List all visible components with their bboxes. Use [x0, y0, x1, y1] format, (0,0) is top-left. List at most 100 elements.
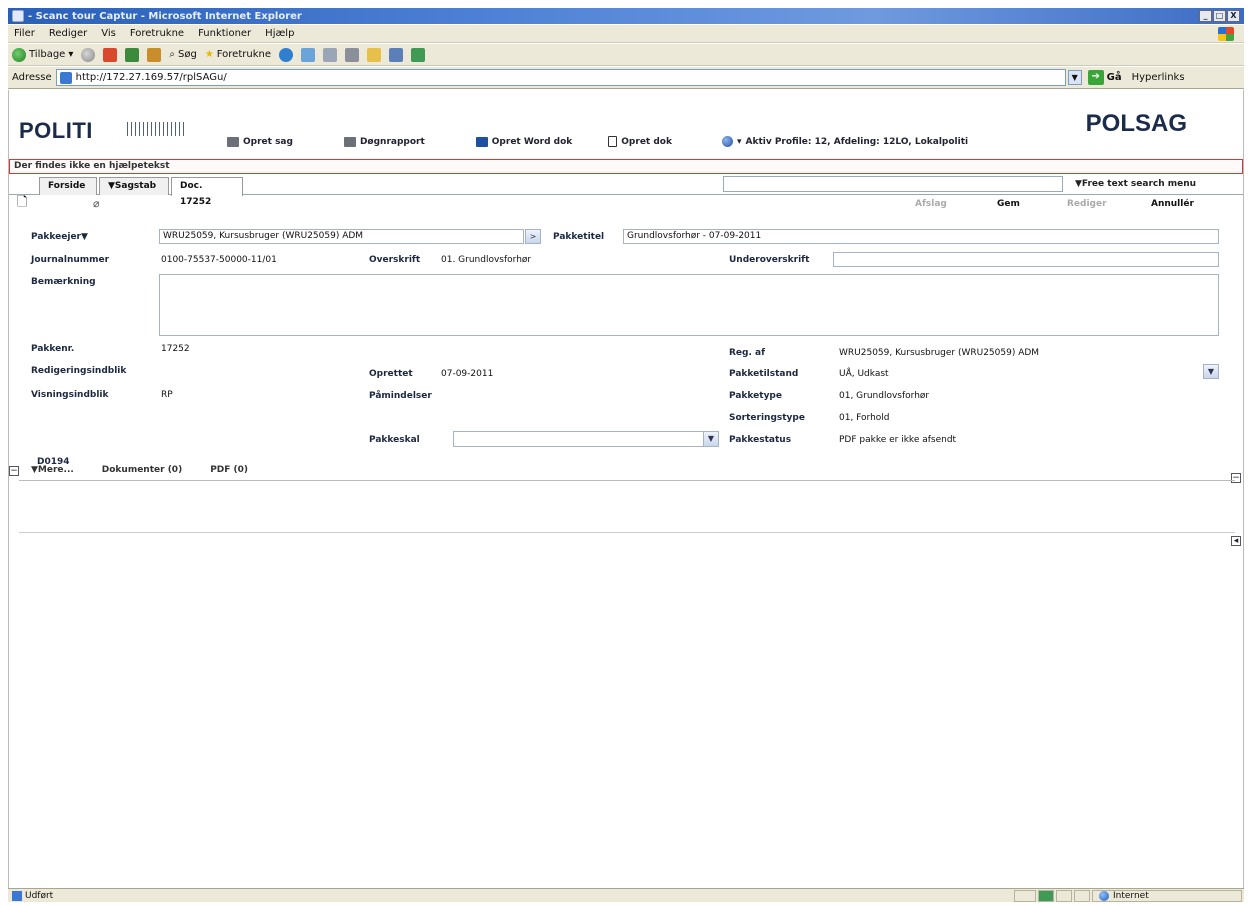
overskrift-label: Overskrift: [369, 255, 421, 265]
pakketitel-label: Pakketitel: [553, 232, 605, 242]
menu-filer[interactable]: Filer: [14, 28, 35, 39]
pakketype-value: 01, Grundlovsforhør: [839, 391, 930, 401]
app-header: POLITI POLSAG Opret sag Døgnrapport Opre…: [9, 90, 1243, 158]
regaf-value: WRU25059, Kursusbruger (WRU25059) ADM: [839, 348, 1040, 358]
pakketilstand-dropdown[interactable]: ▼: [1203, 364, 1219, 379]
menu-funktioner[interactable]: Funktioner: [198, 28, 251, 39]
print-icon[interactable]: [345, 47, 359, 62]
tab-forside[interactable]: Forside: [39, 177, 97, 195]
status-pane: [1074, 889, 1090, 902]
url-dropdown-button[interactable]: ▼: [1067, 70, 1082, 85]
opret-dok-button[interactable]: Opret dok: [608, 136, 672, 147]
pakketitel-field[interactable]: Grundlovsforhør - 07-09-2011: [623, 229, 1219, 244]
home-icon[interactable]: [147, 47, 162, 62]
help-bar: Der findes ikke en hjælpetekst: [9, 159, 1243, 174]
new-document-icon[interactable]: 🗋: [17, 196, 27, 210]
pakketilstand-value: UÅ, Udkast: [839, 369, 889, 379]
refresh-icon[interactable]: [125, 47, 140, 62]
back-label: Tilbage: [29, 49, 66, 60]
chevron-down-icon: ▾: [68, 49, 74, 60]
afslag-button[interactable]: Afslag: [915, 199, 947, 209]
edit-icon[interactable]: [367, 47, 381, 62]
status-text: Udført: [25, 890, 54, 901]
search-button[interactable]: ⌕ Søg: [169, 49, 196, 60]
collapse-left-icon[interactable]: −: [9, 466, 19, 476]
favorites-label: Foretrukne: [216, 49, 271, 60]
opret-word-button[interactable]: Opret Word dok: [475, 136, 573, 147]
profile-selector[interactable]: ▾ Aktiv Profile: 12, Afdeling: 12LO, Lok…: [721, 136, 968, 147]
status-panes: Internet: [1014, 889, 1242, 902]
oprettet-label: Oprettet: [369, 369, 413, 379]
ie-icon: [12, 10, 24, 22]
tab-dokumenter[interactable]: Dokumenter (0): [102, 465, 182, 475]
politi-logo-stripes: [127, 122, 185, 136]
opret-sag-button[interactable]: Opret sag: [227, 136, 293, 147]
attach-icon[interactable]: ⌀: [93, 197, 100, 210]
zone-label: Internet: [1113, 890, 1149, 901]
free-text-search-input[interactable]: [723, 176, 1063, 192]
windows-logo-icon: [1218, 26, 1234, 41]
maximize-button[interactable]: □: [1213, 10, 1226, 22]
go-arrow-icon: ➔: [1087, 70, 1104, 85]
menu-vis[interactable]: Vis: [101, 28, 116, 39]
report-icon: [343, 136, 356, 147]
forward-button[interactable]: [81, 47, 96, 62]
dagsrapport-button[interactable]: Døgnrapport: [343, 136, 425, 147]
url-text: http://172.27.169.57/rplSAGu/: [75, 72, 227, 83]
pakkeejer-field[interactable]: WRU25059, Kursusbruger (WRU25059) ADM: [159, 229, 524, 244]
politi-logo: POLITI: [19, 118, 93, 143]
rediger-button[interactable]: Rediger: [1067, 199, 1107, 209]
tab-sagstab[interactable]: ▼Sagstab: [99, 177, 169, 195]
tabs-row: Forside ▼Sagstab Doc. 17252 ▼Free text s…: [9, 175, 1243, 207]
status-bar: Udført Internet: [8, 888, 1244, 902]
tab-doc[interactable]: Doc. 17252: [171, 177, 243, 207]
back-button[interactable]: Tilbage ▾: [12, 47, 74, 62]
go-label: Gå: [1106, 72, 1122, 83]
media-icon[interactable]: [279, 47, 293, 62]
word-icon: [475, 136, 488, 147]
status-pane: [1056, 889, 1072, 902]
pakkeskal-dropdown[interactable]: ▼: [703, 431, 719, 447]
polsag-logo: POLSAG: [1085, 110, 1187, 137]
pakkeejer-lookup-button[interactable]: >: [525, 229, 541, 244]
discuss-icon[interactable]: [389, 47, 403, 62]
redigeringsindblik-label: Redigeringsindblik: [31, 366, 127, 376]
expand-right-icon[interactable]: ◂: [1231, 536, 1241, 546]
bemaerkning-field[interactable]: [159, 274, 1219, 336]
go-button[interactable]: ➔ Gå: [1087, 70, 1122, 85]
stop-icon[interactable]: [103, 47, 118, 62]
menu-bar: Filer Rediger Vis Foretrukne Funktioner …: [8, 25, 1244, 43]
paamindelser-label: Påmindelser: [369, 391, 432, 401]
pakkestatus-label: Pakkestatus: [729, 435, 792, 445]
underoverskrift-label: Underoverskrift: [729, 255, 810, 265]
close-button[interactable]: X: [1227, 10, 1240, 22]
minimize-button[interactable]: _: [1199, 10, 1212, 22]
bemaerkning-label: Bemærkning: [31, 277, 96, 287]
chevron-down-icon: ▾: [736, 136, 742, 147]
menu-rediger[interactable]: Rediger: [49, 28, 87, 39]
history-icon[interactable]: [301, 47, 315, 62]
underoverskrift-field[interactable]: [833, 252, 1219, 267]
pakkeejer-label[interactable]: Pakkeejer▼: [31, 232, 88, 242]
status-page-icon: [12, 890, 22, 901]
free-text-search-menu[interactable]: ▼Free text search menu: [1075, 179, 1196, 189]
tab-mere[interactable]: ▼Mere...: [31, 465, 74, 475]
profile-globe-icon: [721, 136, 733, 147]
messenger-icon[interactable]: [411, 47, 425, 62]
status-zone: Internet: [1092, 889, 1242, 902]
gem-button[interactable]: Gem: [997, 199, 1020, 209]
annuller-button[interactable]: Annullér: [1151, 199, 1194, 209]
opret-word-label: Opret Word dok: [491, 136, 573, 147]
menu-foretrukne[interactable]: Foretrukne: [130, 28, 184, 39]
mail-icon[interactable]: [323, 47, 337, 62]
url-input[interactable]: http://172.27.169.57/rplSAGu/: [55, 69, 1066, 86]
search-icon: ⌕: [169, 49, 175, 60]
pakkeskal-select[interactable]: [453, 431, 705, 447]
favorites-button[interactable]: ★ Foretrukne: [205, 49, 271, 60]
tab-pdf[interactable]: PDF (0): [210, 465, 248, 475]
links-button[interactable]: Hyperlinks: [1132, 72, 1185, 83]
menu-hjaelp[interactable]: Hjælp: [265, 28, 294, 39]
action-row: 🗋 ⌀ Afslag Gem Rediger Annullér: [9, 196, 1243, 212]
bottom-tabs: ▼Mere... Dokumenter (0) PDF (0): [19, 461, 1235, 479]
main-actions: Opret sag Døgnrapport Opret Word dok Opr…: [227, 136, 968, 147]
